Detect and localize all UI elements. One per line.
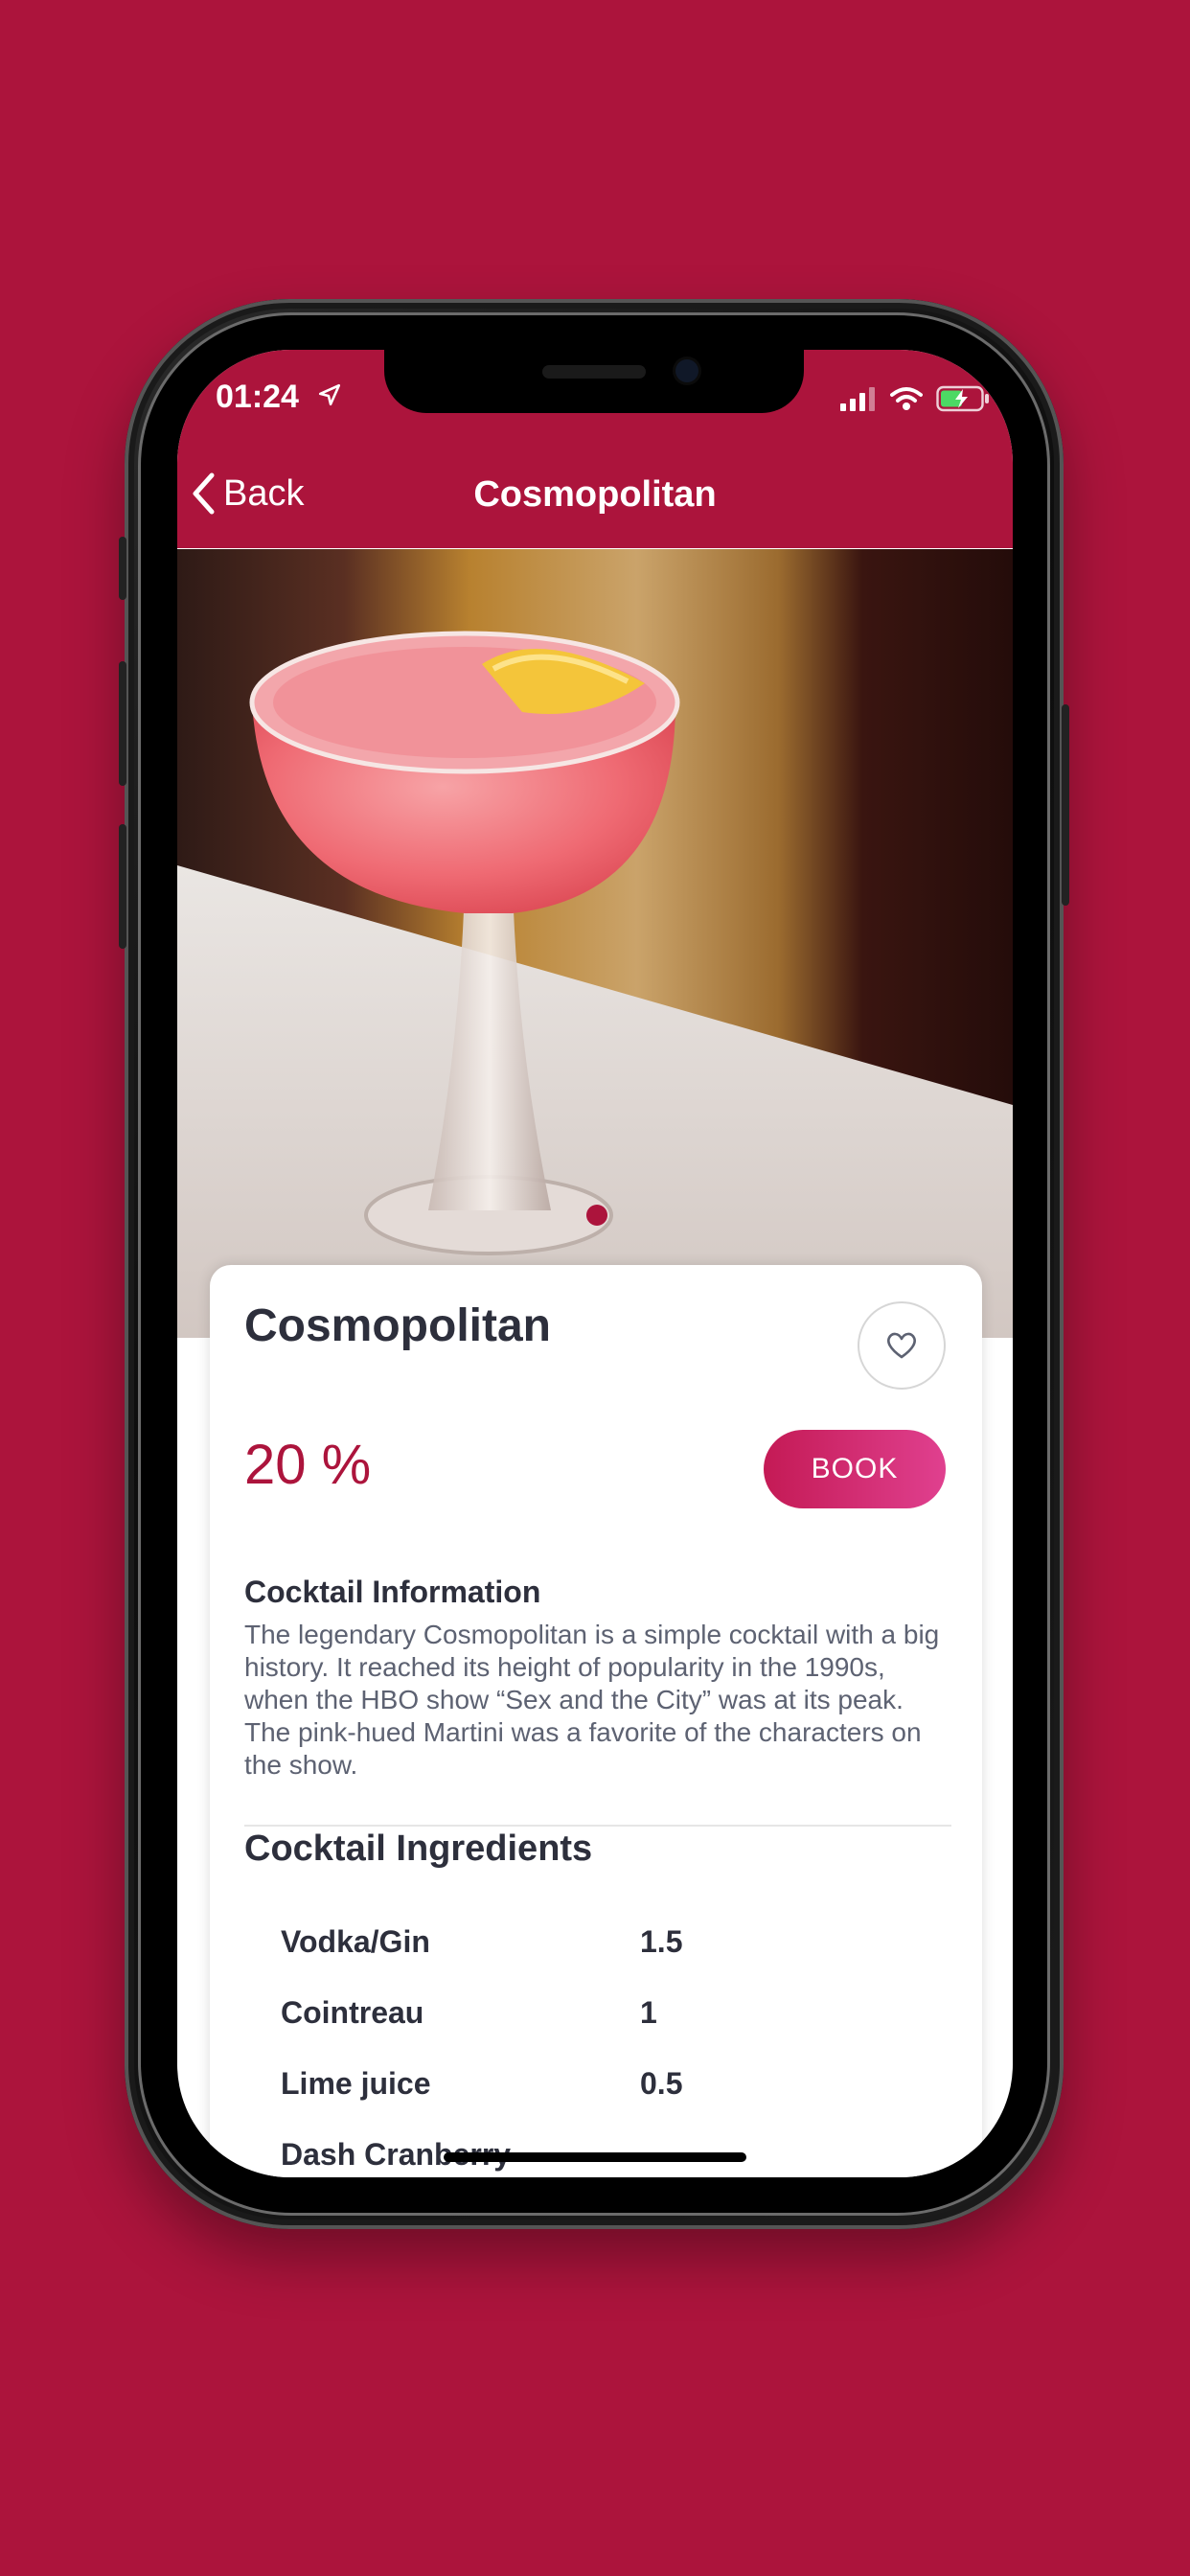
signal-icon — [840, 387, 875, 411]
mute-switch — [119, 537, 126, 600]
hero-carousel[interactable] — [177, 549, 1013, 1338]
favorite-button[interactable] — [858, 1301, 946, 1390]
status-indicators — [840, 384, 990, 413]
volume-up-button — [119, 661, 126, 786]
info-heading: Cocktail Information — [244, 1575, 541, 1609]
page-title: Cosmopolitan — [473, 474, 717, 515]
volume-down-button — [119, 824, 126, 949]
ingredient-amount: 1 — [640, 1995, 657, 2030]
ingredient-name: Lime juice — [281, 2066, 431, 2101]
cocktail-name: Cosmopolitan — [244, 1300, 551, 1351]
home-indicator[interactable] — [444, 2152, 746, 2162]
ingredient-name: Cointreau — [281, 1995, 424, 2030]
ingredient-name: Vodka/Gin — [281, 1924, 430, 1959]
location-arrow-icon — [318, 383, 341, 406]
phone-screen: 01:24 Back Cosmopolitan Cosmopolitan 20 … — [177, 350, 1013, 2177]
info-text: The legendary Cosmopolitan is a simple c… — [244, 1620, 940, 1780]
ingredient-amount: 0.5 — [640, 2066, 683, 2101]
notch — [384, 350, 804, 413]
speaker — [542, 365, 646, 379]
cocktail-details-card: Cosmopolitan 20 % BOOK Cocktail Informat… — [210, 1265, 982, 2177]
section-divider — [244, 1825, 951, 1827]
status-time: 01:24 — [216, 379, 299, 415]
front-camera — [675, 359, 698, 382]
book-button[interactable]: BOOK — [764, 1430, 946, 1508]
power-button — [1062, 704, 1069, 906]
wifi-icon — [890, 387, 923, 410]
carousel-page-dot[interactable] — [586, 1205, 607, 1226]
battery-charging-icon — [936, 385, 989, 412]
ingredients-heading: Cocktail Ingredients — [244, 1828, 593, 1869]
heart-outline-icon — [887, 1332, 916, 1359]
discount-value: 20 % — [244, 1434, 372, 1496]
ingredient-amount: 1.5 — [640, 1924, 683, 1959]
